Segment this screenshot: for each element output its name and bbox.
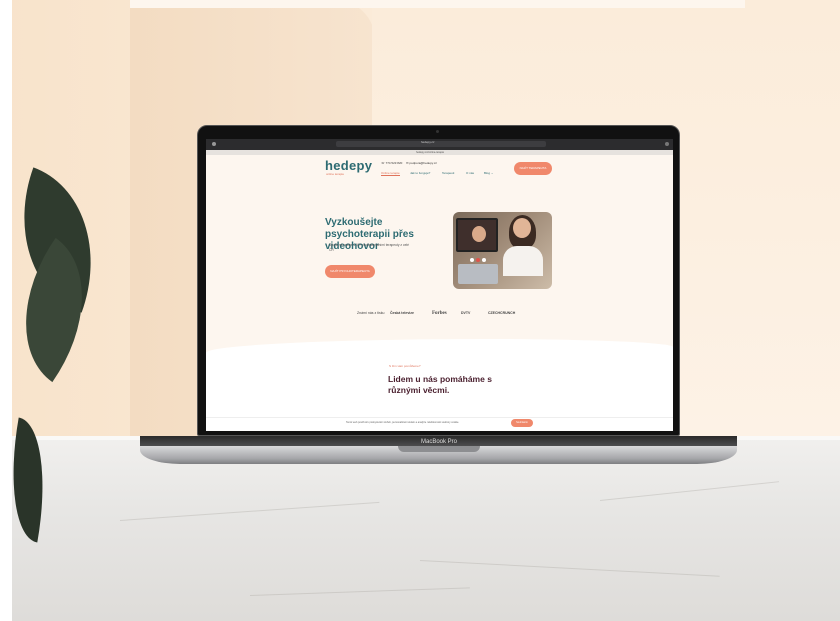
chevron-down-icon: ⌄: [490, 171, 494, 175]
hangup-icon: [476, 258, 480, 262]
hero-photo: [453, 212, 552, 289]
press-czechcrunch: CZECHCRUNCH: [488, 311, 516, 315]
logo-subtitle: online terapie: [326, 172, 345, 176]
camera-icon: [482, 258, 486, 262]
woman-face: [513, 218, 531, 238]
video-call-window: [456, 218, 498, 262]
url-text: hedepy.cz/online-terapie: [416, 151, 445, 154]
press-intro: Známí nás z tisku: [357, 311, 385, 315]
site-logo[interactable]: hedepy: [325, 158, 372, 173]
back-icon[interactable]: [212, 142, 216, 146]
nav-o-nas[interactable]: O nás: [466, 171, 474, 175]
cookie-accept-button[interactable]: Souhlasím: [511, 419, 533, 427]
woman-laptop: [458, 264, 498, 284]
browser-toolbar: hedepy.cz: [206, 139, 673, 150]
nav-jak-to-funguje[interactable]: Jak to funguje?: [410, 171, 430, 175]
mic-icon: [470, 258, 474, 262]
cookie-text: Tento web používá k poskytování služeb, …: [346, 421, 460, 424]
press-ceska-televize: Česká televize: [390, 311, 414, 315]
phone-link[interactable]: ☏ 774 523 820: [381, 161, 402, 165]
top-strip: [130, 0, 745, 8]
laptop-screen: hedepy.cz hedepy.cz/online-terapie hedep…: [206, 139, 673, 431]
nav-blog-label: Blog: [484, 171, 491, 175]
nav-terapeuti[interactable]: Terapeuti: [442, 171, 454, 175]
call-controls: [470, 249, 496, 262]
tab-title: hedepy.cz: [421, 140, 435, 144]
therapist-face: [472, 226, 486, 242]
email-text: podpora@hedepy.cz: [409, 161, 437, 165]
hero-button[interactable]: NAJÍT PSYCHOTERAPEUTA: [325, 265, 375, 278]
section-kicker: S čím vám pomůžeme?: [389, 364, 421, 368]
left-margin: [0, 0, 12, 621]
press-dvtv: DVTV: [461, 311, 471, 315]
cookie-bar: [206, 417, 673, 431]
hero-lead: Spojte se online s 90+ profesionálními t…: [329, 243, 409, 252]
press-forbes: Forbes: [432, 311, 447, 316]
address-bar[interactable]: [336, 141, 546, 147]
laptop-notch: [398, 446, 480, 452]
email-link[interactable]: ✉ podpora@hedepy.cz: [406, 161, 437, 165]
section-title: Lidem u nás pomáháme s různými věcmi.: [388, 374, 492, 395]
phone-text: 774 523 820: [385, 161, 403, 165]
nav-blog[interactable]: Blog ⌄: [484, 171, 493, 175]
find-therapist-button[interactable]: NAJÍT TERAPEUTA: [514, 162, 552, 175]
woman-body: [503, 246, 543, 276]
nav-online-terapie[interactable]: Online terapie: [381, 171, 400, 176]
tabs-icon[interactable]: [665, 142, 669, 146]
webcam: [436, 130, 439, 133]
photo-scene: MacBook Pro hedepy.cz hedepy.cz/online-t…: [0, 0, 840, 621]
